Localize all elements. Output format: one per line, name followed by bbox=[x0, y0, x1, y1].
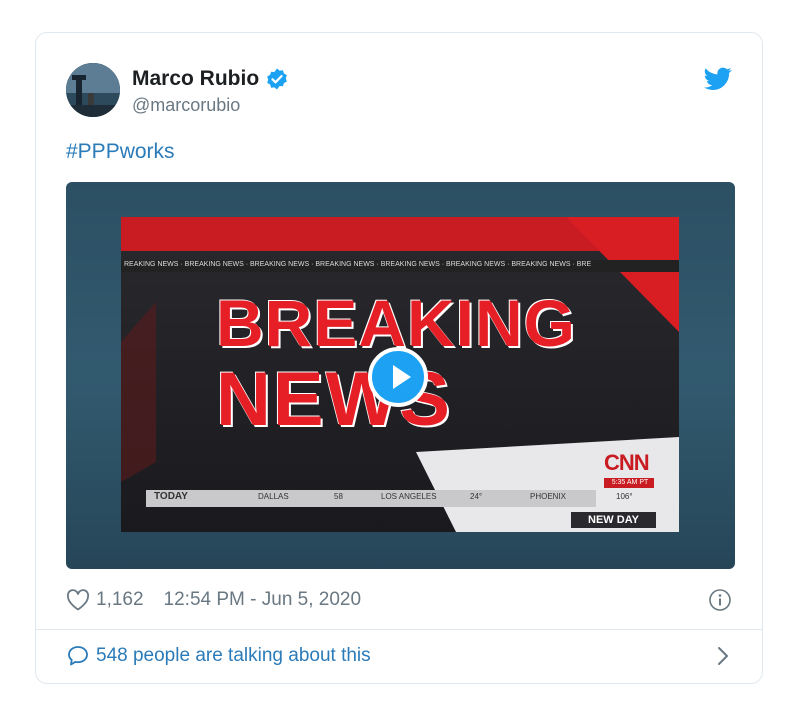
weather-bar bbox=[146, 490, 596, 507]
speech-bubble-icon bbox=[66, 644, 90, 668]
timestamp-link[interactable]: 12:54 PM - Jun 5, 2020 bbox=[164, 589, 362, 611]
chevron-right-icon bbox=[716, 645, 730, 667]
like-count: 1,162 bbox=[96, 589, 144, 610]
video-thumbnail[interactable]: REAKING NEWS · BREAKING NEWS · BREAKING … bbox=[66, 182, 735, 569]
show-name: NEW DAY bbox=[588, 514, 639, 526]
weather-today: TODAY bbox=[154, 491, 188, 502]
play-icon[interactable] bbox=[368, 347, 428, 407]
like-button[interactable]: 1,162 bbox=[66, 589, 144, 611]
author-names: Marco Rubio @marcorubio bbox=[132, 67, 289, 116]
divider bbox=[36, 629, 762, 630]
display-name[interactable]: Marco Rubio bbox=[132, 67, 259, 91]
weather-city: PHOENIX bbox=[530, 492, 567, 501]
twitter-bird-icon[interactable] bbox=[704, 67, 732, 91]
conversation-link[interactable]: 548 people are talking about this bbox=[66, 641, 732, 671]
weather-temp: 24° bbox=[470, 492, 483, 501]
heart-icon bbox=[66, 589, 90, 611]
ticker-text: REAKING NEWS · BREAKING NEWS · BREAKING … bbox=[124, 261, 592, 268]
network-logo: CNN bbox=[604, 450, 650, 475]
weather-city: LOS ANGELES bbox=[381, 492, 437, 501]
tweet-meta: 1,162 12:54 PM - Jun 5, 2020 bbox=[66, 586, 732, 614]
tweet-hashtag[interactable]: #PPPworks bbox=[66, 140, 175, 164]
author-handle[interactable]: @marcorubio bbox=[132, 95, 289, 116]
weather-temp: 58 bbox=[334, 492, 343, 501]
broadcast-clock: 5:35 AM PT bbox=[611, 479, 649, 486]
info-icon[interactable] bbox=[708, 588, 732, 612]
talking-text: 548 people are talking about this bbox=[96, 645, 371, 666]
tweet-card: Marco Rubio @marcorubio #PPPworks REAKIN… bbox=[35, 32, 763, 684]
weather-temp: 106° bbox=[616, 492, 633, 501]
tweet-header: Marco Rubio @marcorubio bbox=[66, 63, 732, 119]
verified-badge-icon bbox=[265, 67, 289, 91]
avatar[interactable] bbox=[66, 63, 120, 117]
weather-city: DALLAS bbox=[258, 492, 289, 501]
display-name-row: Marco Rubio bbox=[132, 67, 289, 91]
